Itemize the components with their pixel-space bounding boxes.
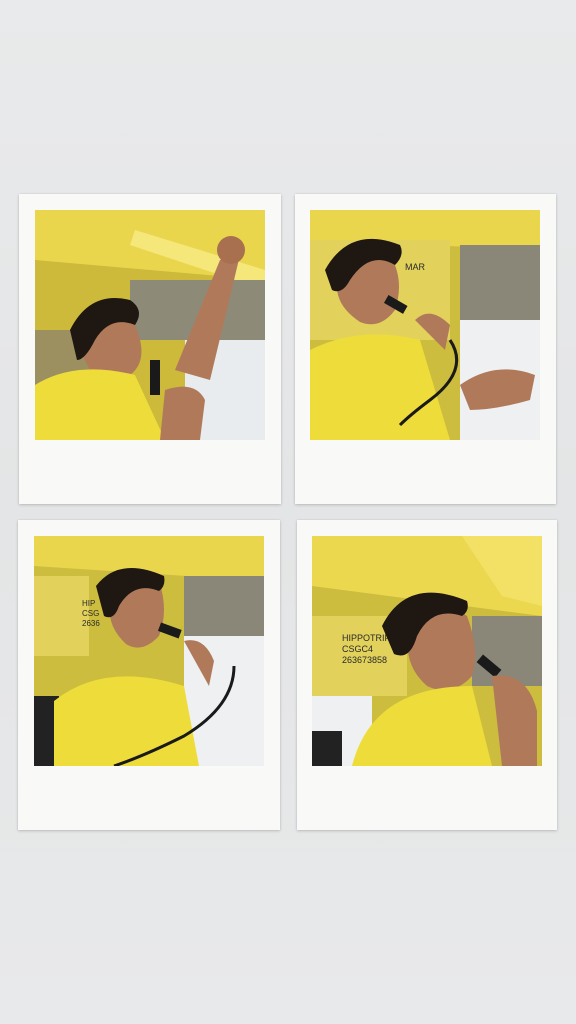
photo-4-scene: HIPPOTRIP MAR CSGC4 263673858 [312, 536, 542, 766]
photo-3-scene: HIP CSG 2636 [34, 536, 264, 766]
photo-4-sign-line-3: 263673858 [342, 655, 387, 665]
photo-3-sign-line-2: CSG [82, 609, 99, 618]
photo-3-sign-line-1: HIP [82, 599, 95, 608]
photo-2-sign-text: MAR [405, 262, 426, 272]
polaroid-frame-1 [19, 194, 281, 504]
photo-4-sign-line-2: CSGC4 [342, 644, 373, 654]
photo-2-scene: MAR [310, 210, 540, 440]
photo-3-sign-line-3: 2636 [82, 619, 100, 628]
polaroid-frame-3: HIP CSG 2636 [18, 520, 280, 830]
photo-1 [35, 210, 265, 440]
photo-1-scene [35, 210, 265, 440]
photo-3: HIP CSG 2636 [34, 536, 264, 766]
polaroid-frame-2: MAR [295, 194, 556, 504]
photo-2: MAR [310, 210, 540, 440]
polaroid-frame-4: HIPPOTRIP MAR CSGC4 263673858 [297, 520, 557, 830]
collage-page: { "collage": { "photos": [ { "scene": "g… [0, 0, 576, 1024]
photo-4: HIPPOTRIP MAR CSGC4 263673858 [312, 536, 542, 766]
